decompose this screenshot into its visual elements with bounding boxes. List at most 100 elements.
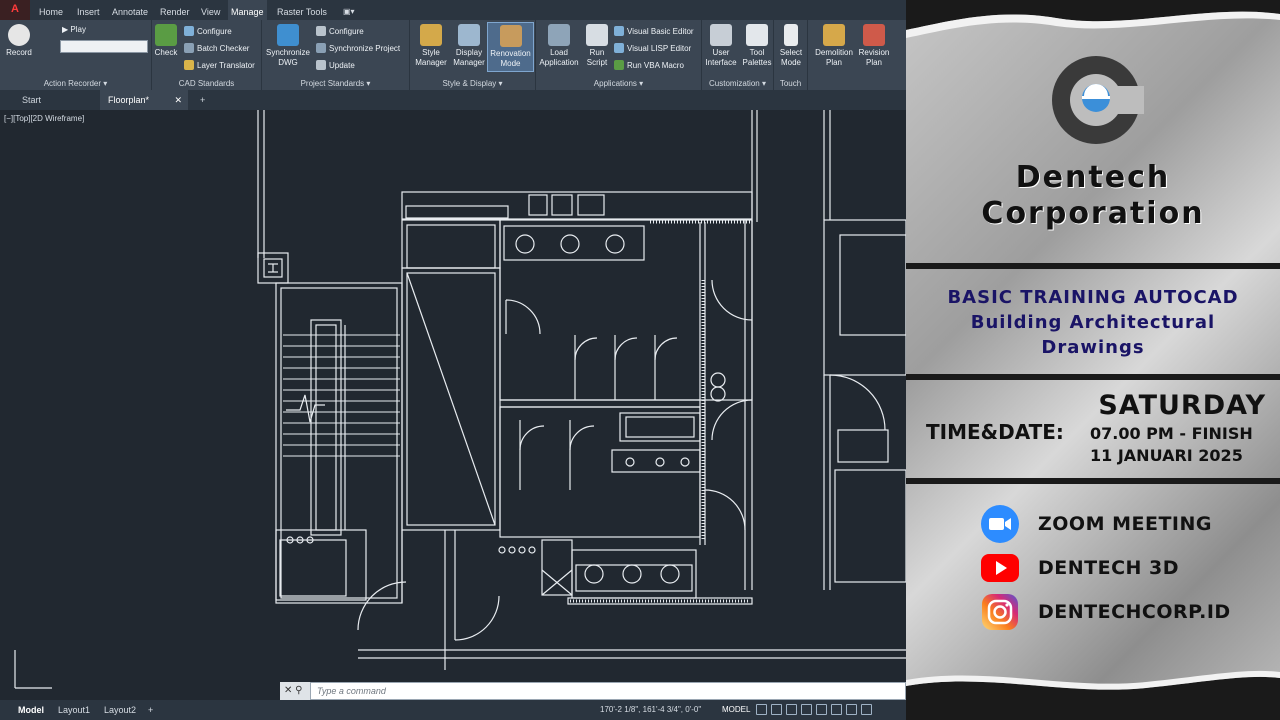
tab-manage[interactable]: Manage — [228, 0, 267, 20]
hammer-icon — [499, 25, 522, 47]
group-applications: Load Application Run Script Visual Basic… — [536, 20, 702, 90]
promo-panel: Dentech Corporation BASIC TRAINING AUTOC… — [906, 0, 1280, 720]
status-bar: Model Layout1 Layout2 + 170'-2 1/8", 161… — [0, 700, 906, 720]
document-tab-bar: Start Floorplan* ✕ + — [0, 90, 906, 110]
cui-icon — [710, 24, 732, 46]
configure-button[interactable]: Configure — [184, 26, 232, 36]
osnap-icon[interactable] — [816, 704, 827, 715]
group-title: Customization ▾ — [709, 79, 766, 88]
doc-tab-floorplan[interactable]: Floorplan* ✕ — [100, 90, 188, 110]
add-layout-button[interactable]: + — [142, 700, 159, 720]
event-day: SATURDAY — [1098, 390, 1266, 421]
ortho-icon[interactable] — [786, 704, 797, 715]
display-manager-icon — [458, 24, 480, 46]
batch-checker-button[interactable]: Batch Checker — [184, 43, 249, 53]
command-history-icon[interactable]: ✕ ⚲ — [284, 685, 302, 696]
vba-icon — [614, 26, 624, 36]
instagram-icon — [982, 594, 1018, 630]
layer-translator-button[interactable]: Layer Translator — [184, 60, 255, 70]
batch-icon — [184, 43, 194, 53]
vba-editor-button[interactable]: Visual Basic Editor — [614, 26, 694, 36]
tab-raster-tools[interactable]: Raster Tools — [274, 0, 330, 20]
group-renovation: Demolition Plan Revision Plan — [808, 20, 906, 90]
tab-annotate[interactable]: Annotate — [109, 0, 151, 20]
event-date: 11 JANUARI 2025 — [1090, 446, 1243, 465]
group-customization: User Interface Tool Palettes Customizati… — [702, 20, 774, 90]
event-time: 07.00 PM - FINISH — [1090, 424, 1253, 443]
time-date-label: TIME&DATE: — [926, 420, 1064, 444]
lisp-editor-button[interactable]: Visual LISP Editor — [614, 43, 691, 53]
check-label: Check — [154, 48, 178, 57]
script-icon — [586, 24, 608, 46]
group-touch: Select Mode Touch — [774, 20, 808, 90]
record-button[interactable]: Record — [4, 24, 34, 58]
group-title: CAD Standards — [178, 79, 235, 88]
display-manager-button[interactable]: Display Manager — [450, 24, 488, 68]
top-swoosh-decoration — [906, 0, 1280, 38]
annotation-icon[interactable] — [846, 704, 857, 715]
tab-home[interactable]: Home — [36, 0, 66, 20]
demolition-plan-button[interactable]: Demolition Plan — [812, 24, 856, 68]
dwg-icon — [277, 24, 299, 46]
subtitle-line-2: Drawings — [1041, 337, 1145, 358]
social-instagram: DENTECHCORP.ID — [980, 592, 1280, 632]
palettes-icon — [746, 24, 768, 46]
close-icon[interactable]: ✕ — [174, 90, 182, 110]
project-configure-button[interactable]: Configure — [316, 26, 364, 36]
lisp-icon — [614, 43, 624, 53]
floor-plan-drawing — [14, 110, 906, 689]
user-interface-button[interactable]: User Interface — [702, 24, 740, 68]
macro-dropdown[interactable] — [60, 40, 148, 53]
polar-icon[interactable] — [801, 704, 812, 715]
run-script-button[interactable]: Run Script — [582, 24, 612, 68]
group-title: Style & Display ▾ — [442, 79, 503, 88]
grid-icon[interactable] — [756, 704, 767, 715]
workspace-icon[interactable] — [861, 704, 872, 715]
configure-icon — [316, 26, 326, 36]
select-mode-button[interactable]: Select Mode — [774, 24, 808, 68]
new-tab-button[interactable]: + — [192, 90, 213, 110]
status-toggles — [756, 704, 876, 716]
tab-layout1[interactable]: Layout1 — [52, 700, 96, 720]
tool-palettes-button[interactable]: Tool Palettes — [740, 24, 774, 68]
app-menu-button[interactable]: A — [0, 0, 30, 20]
group-action-recorder: Record ▶ Play Action Recorder ▾ — [0, 20, 152, 90]
command-input[interactable]: Type a command — [310, 682, 906, 700]
command-line: ✕ ⚲ Type a command — [280, 682, 906, 700]
synchronize-project-button[interactable]: Synchronize Project — [316, 43, 400, 53]
load-application-button[interactable]: Load Application — [536, 24, 582, 68]
tab-layout2[interactable]: Layout2 — [98, 700, 142, 720]
drawing-canvas[interactable]: [−][Top][2D Wireframe] — [0, 110, 906, 700]
pointer-icon — [784, 24, 798, 46]
run-vba-button[interactable]: Run VBA Macro — [614, 60, 684, 70]
tab-view[interactable]: View — [198, 0, 223, 20]
tab-insert[interactable]: Insert — [74, 0, 103, 20]
check-button[interactable]: Check — [152, 24, 180, 58]
style-manager-button[interactable]: Style Manager — [412, 24, 450, 68]
record-icon — [8, 24, 30, 46]
update-icon — [316, 60, 326, 70]
renovation-mode-button[interactable]: Renovation Mode — [487, 22, 534, 72]
viewport-controls[interactable]: [−][Top][2D Wireframe] — [4, 114, 84, 123]
revision-plan-button[interactable]: Revision Plan — [854, 24, 894, 68]
group-title: Action Recorder ▾ — [43, 79, 108, 88]
ribbon-options-icon[interactable]: ▣▾ — [340, 0, 358, 20]
tab-render[interactable]: Render — [157, 0, 193, 20]
ribbon-tab-bar: A Home Insert Annotate Render View Manag… — [0, 0, 906, 20]
model-space-toggle[interactable]: MODEL — [722, 700, 750, 720]
group-title: Applications ▾ — [593, 79, 644, 88]
tab-model[interactable]: Model — [12, 700, 50, 720]
screen: A Home Insert Annotate Render View Manag… — [0, 0, 1280, 720]
play-button[interactable]: ▶ Play — [62, 25, 86, 34]
otrack-icon[interactable] — [831, 704, 842, 715]
synchronize-dwg-button[interactable]: Synchronize DWG — [264, 24, 312, 68]
snap-icon[interactable] — [771, 704, 782, 715]
divider — [906, 263, 1280, 269]
check-icon — [155, 24, 177, 46]
update-button[interactable]: Update — [316, 60, 355, 70]
social-label: DENTECHCORP.ID — [1038, 601, 1231, 623]
doc-tab-start[interactable]: Start — [14, 90, 49, 110]
demolition-icon — [823, 24, 845, 46]
revision-icon — [863, 24, 885, 46]
play-label: Play — [70, 25, 86, 34]
